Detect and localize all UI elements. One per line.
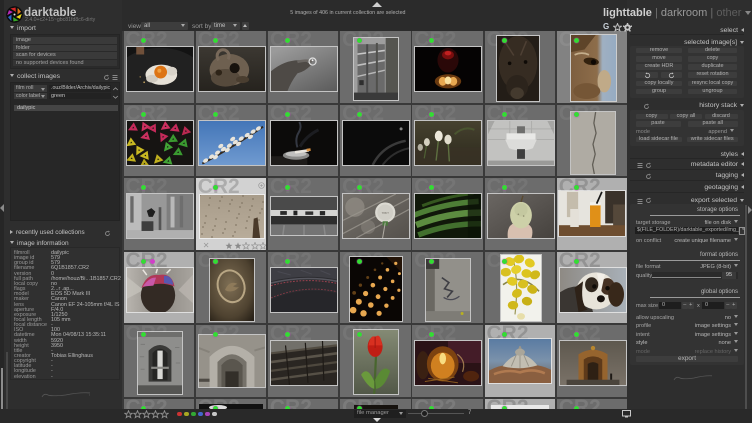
svg-text:TIBIT: TIBIT [382, 211, 390, 215]
